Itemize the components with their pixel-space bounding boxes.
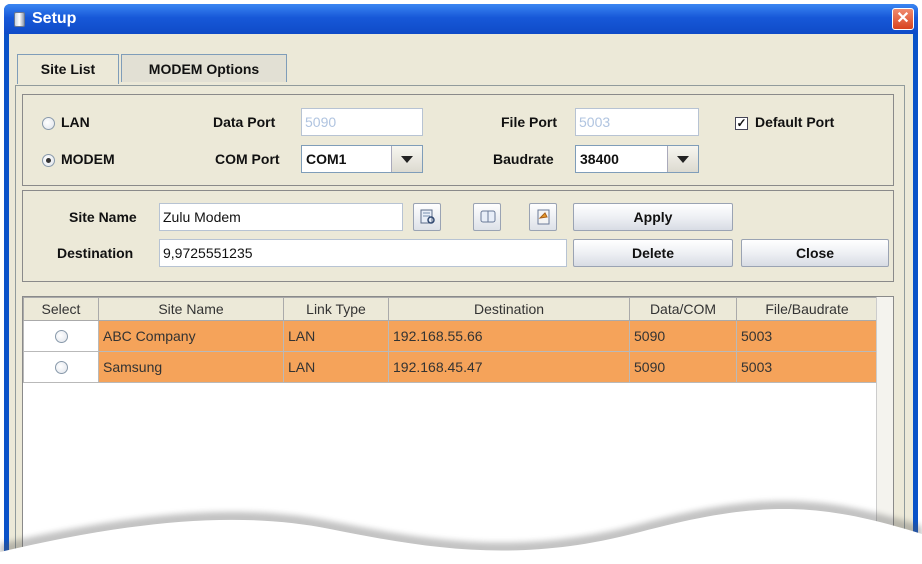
- tab-site-list[interactable]: Site List: [17, 54, 119, 84]
- torn-edge-decoration: [0, 500, 922, 564]
